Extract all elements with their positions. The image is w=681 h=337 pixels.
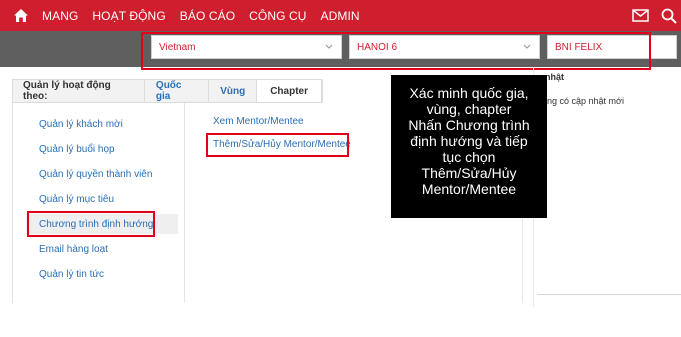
callout-line: Xác minh quốc gia, [409, 85, 529, 101]
tab-chapter[interactable]: Chapter [257, 80, 322, 102]
updates-divider [537, 294, 681, 295]
mail-icon [632, 9, 649, 22]
home-button[interactable] [8, 0, 34, 31]
left-menu-item-member-rights[interactable]: Quản lý quyền thành viên [39, 169, 152, 180]
tab-vung[interactable]: Vùng [209, 80, 258, 102]
home-icon [14, 9, 28, 22]
tabs-label: Quản lý hoạt động theo: [13, 80, 145, 102]
updates-empty-text: hông có cập nhật mới [537, 96, 624, 106]
nav-item-bao-cao[interactable]: BÁO CÁO [180, 9, 235, 23]
left-menu-item-meetings[interactable]: Quản lý buổi họp [39, 144, 115, 155]
search-button[interactable] [661, 8, 677, 24]
left-menu-item-mass-email[interactable]: Email hàng loạt [39, 244, 108, 255]
nav-item-mang[interactable]: MANG [42, 9, 78, 23]
edit-mentor-highlight-box [206, 133, 349, 157]
search-icon [661, 8, 677, 24]
callout-line: tục chọn [442, 149, 496, 165]
tab-quoc-gia[interactable]: Quốc gia [145, 80, 210, 102]
orientation-highlight-box [27, 211, 155, 237]
nav-item-cong-cu[interactable]: CÔNG CỤ [249, 9, 306, 23]
left-menu-item-news[interactable]: Quản lý tin tức [39, 269, 104, 280]
filters-highlight-box [141, 32, 651, 70]
nav-item-hoat-dong[interactable]: HOẠT ĐỘNG [92, 9, 165, 23]
left-menu-item-goals[interactable]: Quản lý mục tiêu [39, 194, 114, 205]
left-menu-item-guests[interactable]: Quản lý khách mời [39, 119, 123, 130]
sub-menu-view-mentor[interactable]: Xem Mentor/Mentee [213, 116, 304, 127]
top-nav: MANG HOẠT ĐỘNG BÁO CÁO CÔNG CỤ ADMIN [0, 0, 681, 31]
callout-line: Thêm/Sửa/Hủy [421, 165, 517, 181]
activity-tabs: Quản lý hoạt động theo: Quốc gia Vùng Ch… [12, 79, 323, 103]
callout-line: định hướng và tiếp [410, 133, 528, 149]
callout-line: Mentor/Mentee [421, 181, 517, 197]
nav-right-tools [632, 0, 681, 31]
mail-button[interactable] [632, 9, 649, 22]
callout-line: vùng, chapter [426, 101, 512, 117]
nav-item-admin[interactable]: ADMIN [321, 9, 360, 23]
callout-line: Nhấn Chương trình [408, 117, 530, 133]
instruction-callout: Xác minh quốc gia, vùng, chapter Nhấn Ch… [391, 75, 547, 218]
